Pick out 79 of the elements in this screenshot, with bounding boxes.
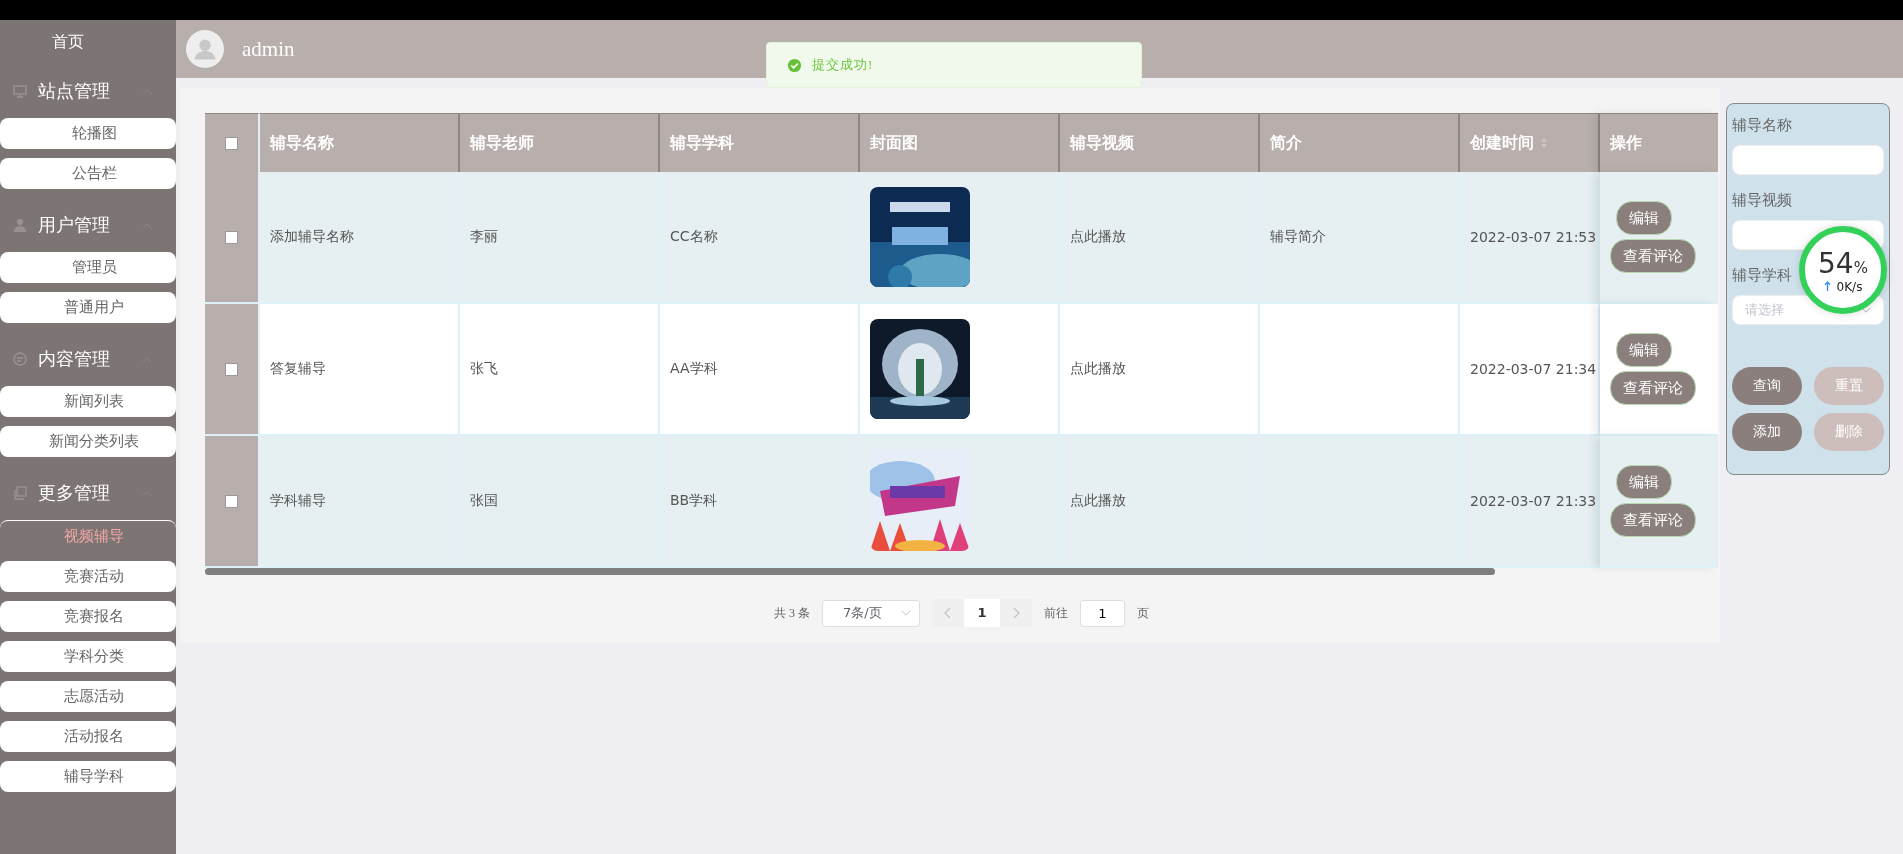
column-header: 创建时间 <box>1470 132 1534 154</box>
column-header: 辅导视频 <box>1070 132 1134 154</box>
row-checkbox[interactable] <box>225 362 238 376</box>
select-all-checkbox[interactable] <box>225 136 238 150</box>
column-header: 辅导学科 <box>670 132 734 154</box>
page-number[interactable]: 1 <box>964 599 1000 627</box>
menu-item[interactable]: 竞赛活动 <box>0 561 176 592</box>
field-label: 辅导学科 <box>1732 266 1792 285</box>
total-count: 共 3 条 <box>774 604 810 622</box>
menu-group-title[interactable]: 站点管理 <box>38 79 110 103</box>
page-suffix: 页 <box>1137 604 1149 622</box>
chat-icon <box>12 351 28 367</box>
dropdown-icon <box>901 609 911 617</box>
table-cell: 点此播放 <box>1060 304 1260 436</box>
copy-icon <box>12 485 28 501</box>
table-cell: 辅导简介 <box>1260 172 1460 304</box>
table-cell: AA学科 <box>660 304 860 436</box>
toast-message: 提交成功! <box>812 56 874 74</box>
menu-item[interactable]: 普通用户 <box>0 292 176 323</box>
dropdown-icon <box>1861 306 1871 314</box>
goto-page-field[interactable]: 1 <box>1080 599 1125 627</box>
menu-item[interactable]: 视频辅导 <box>0 520 176 552</box>
menu-item[interactable]: 竞赛报名 <box>0 601 176 632</box>
page-size-select[interactable]: 7条/页 <box>822 599 920 627</box>
column-header: 简介 <box>1270 132 1302 154</box>
menu-item[interactable]: 管理员 <box>0 252 176 283</box>
action-button[interactable]: 添加 <box>1732 413 1802 451</box>
avatar-icon[interactable] <box>186 30 224 68</box>
success-icon <box>787 57 802 73</box>
row-checkbox[interactable] <box>225 494 238 508</box>
comments-button[interactable]: 查看评论 <box>1610 371 1696 405</box>
table-cell: CC名称 <box>660 172 860 304</box>
table-cell: 张国 <box>460 436 660 568</box>
table-cell: 张飞 <box>460 304 660 436</box>
comments-button[interactable]: 查看评论 <box>1610 503 1696 537</box>
upload-rate: 0K/s <box>1836 279 1863 294</box>
monitor-icon <box>12 83 28 99</box>
speed-percent: 54 <box>1818 246 1854 280</box>
goto-label: 前往 <box>1044 604 1068 622</box>
column-header: 封面图 <box>870 132 918 154</box>
menu-item[interactable]: 学科分类 <box>0 641 176 672</box>
comments-button[interactable]: 查看评论 <box>1610 239 1696 273</box>
table-cell: 2022-03-07 21:33 <box>1460 436 1600 568</box>
menu-item[interactable]: 辅导学科 <box>0 761 176 792</box>
table-cell: 点此播放 <box>1060 172 1260 304</box>
edit-button[interactable]: 编辑 <box>1616 201 1672 235</box>
row-checkbox[interactable] <box>225 230 238 244</box>
table-cell: 2022-03-07 21:34 <box>1460 304 1600 436</box>
menu-item[interactable]: 轮播图 <box>0 118 176 149</box>
edit-button[interactable]: 编辑 <box>1616 465 1672 499</box>
table-cell: 答复辅导 <box>260 304 460 436</box>
menu-group-title[interactable]: 内容管理 <box>38 347 110 371</box>
table-cell: 2022-03-07 21:53 <box>1460 172 1600 304</box>
upload-arrow-icon <box>1823 281 1831 292</box>
menu-item[interactable]: 志愿活动 <box>0 681 176 712</box>
user-icon <box>12 217 28 233</box>
action-button[interactable]: 查询 <box>1732 367 1802 405</box>
column-header: 操作 <box>1610 132 1642 154</box>
table-cell: 添加辅导名称 <box>260 172 460 304</box>
menu-item[interactable]: 活动报名 <box>0 721 176 752</box>
table-cell: 学科辅导 <box>260 436 460 568</box>
percent-unit: % <box>1853 258 1868 277</box>
field-label: 辅导视频 <box>1732 191 1792 210</box>
menu-item[interactable]: 新闻列表 <box>0 386 176 417</box>
menu-item[interactable]: 公告栏 <box>0 158 176 189</box>
menu-group-title[interactable]: 更多管理 <box>38 481 110 505</box>
table-cell: 李丽 <box>460 172 660 304</box>
column-header: 辅导老师 <box>470 132 534 154</box>
menu-group-title[interactable]: 用户管理 <box>38 213 110 237</box>
home-menu-item[interactable]: 首页 <box>0 20 176 64</box>
field-label: 辅导名称 <box>1732 116 1792 135</box>
column-header: 辅导名称 <box>270 132 334 154</box>
input-field[interactable] <box>1732 145 1884 175</box>
username: admin <box>242 36 295 62</box>
horizontal-scrollbar[interactable] <box>205 568 1495 575</box>
menu-item[interactable]: 新闻分类列表 <box>0 426 176 457</box>
table-cell: BB学科 <box>660 436 860 568</box>
table-cell: 点此播放 <box>1060 436 1260 568</box>
edit-button[interactable]: 编辑 <box>1616 333 1672 367</box>
